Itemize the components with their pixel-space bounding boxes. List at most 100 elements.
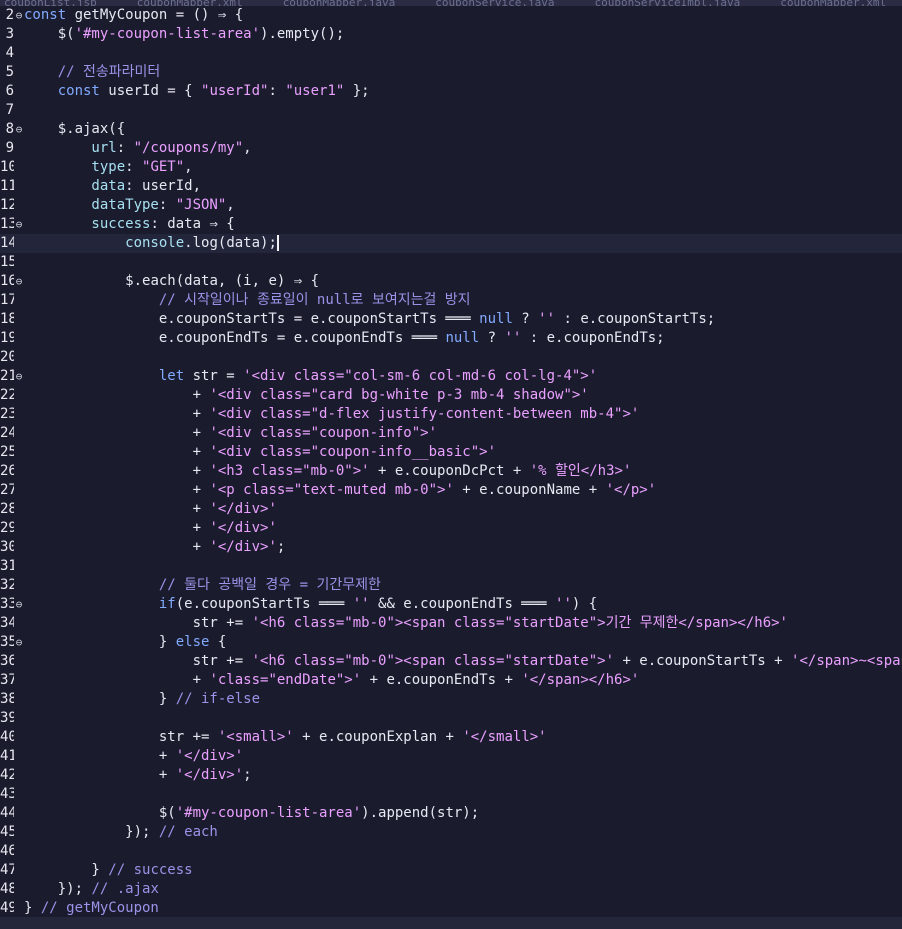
line-number: 28 (0, 501, 14, 517)
code-token: $( (24, 805, 176, 821)
code-line[interactable]: 17 // 시작일이나 종료일이 null로 보여지는걸 방지 (0, 291, 902, 310)
code-line[interactable]: 2 ⊖ const getMyCoupon = () ⇒ { (0, 6, 902, 25)
code-line[interactable]: 44 $('#my-coupon-list-area').append(str)… (0, 804, 902, 823)
code-token: , (243, 140, 252, 156)
line-source: data: userId, (24, 177, 902, 196)
code-editor[interactable]: couponList.jspcouponMapper.xmlcouponMapp… (0, 0, 902, 929)
code-line[interactable]: 30 + '</div>'; (0, 538, 902, 557)
fold-toggle-icon[interactable]: ⊖ (14, 272, 24, 291)
code-token: '<h6 class="mb-0"><span class="startDate… (251, 615, 788, 631)
code-token: '#my-coupon-list-area' (175, 805, 362, 821)
line-number: 27 (0, 482, 14, 498)
code-line[interactable]: 16 ⊖ $.each(data, (i, e) ⇒ { (0, 272, 902, 291)
code-token: str += (24, 653, 252, 669)
status-bar (0, 917, 902, 929)
line-number: 3 (5, 26, 14, 42)
code-area[interactable]: 2 ⊖ const getMyCoupon = () ⇒ {3 $('#my-cou… (0, 6, 902, 917)
line-source: + 'class="endDate">' + e.couponEndTs + '… (24, 671, 902, 690)
fold-toggle-icon[interactable]: ⊖ (14, 120, 24, 139)
code-line[interactable]: 49} // getMyCoupon (0, 899, 902, 917)
code-line[interactable]: 28 + '</div>' (0, 500, 902, 519)
code-token: $. (24, 273, 143, 289)
code-token: let (24, 368, 193, 384)
code-token: '</span>~<span' (791, 653, 902, 669)
code-line[interactable]: 34 str += '<h6 class="mb-0"><span class=… (0, 614, 902, 633)
fold-toggle-icon[interactable]: ⊖ (14, 215, 24, 234)
line-source: // 둘다 공백일 경우 = 기간무제한 (24, 576, 902, 595)
fold-toggle-icon[interactable]: ⊖ (14, 595, 24, 614)
code-line[interactable]: 47 } // success (0, 861, 902, 880)
code-line[interactable]: 5 // 전송파라미터 (0, 63, 902, 82)
code-line[interactable]: 37 + 'class="endDate">' + e.couponEndTs … (0, 671, 902, 690)
code-line[interactable]: 39 (0, 709, 902, 728)
code-line[interactable]: 12 dataType: "JSON", (0, 196, 902, 215)
line-source: str += '<h6 class="mb-0"><span class="st… (24, 652, 902, 671)
fold-toggle-icon[interactable]: ⊖ (14, 633, 24, 652)
code-line[interactable]: 6 const userId = { "userId": "user1" }; (0, 82, 902, 101)
code-token: '' (538, 311, 556, 327)
code-line[interactable]: 41 + '</div>' (0, 747, 902, 766)
line-number: 2 (5, 7, 14, 23)
code-line[interactable]: 45 }); // each (0, 823, 902, 842)
code-line[interactable]: 18 e.couponStartTs = e.couponStartTs ═══… (0, 310, 902, 329)
code-token: + (24, 501, 210, 517)
code-line[interactable]: 9 url: "/coupons/my", (0, 139, 902, 158)
line-number: 25 (0, 444, 14, 460)
line-number: 47 (0, 862, 14, 878)
code-line[interactable]: 38 } // if-else (0, 690, 902, 709)
code-token: ; (276, 539, 286, 555)
line-number: 5 (5, 64, 14, 80)
code-token: '<h6 class="mb-0"><span class="startDate… (251, 653, 615, 669)
line-number: 4 (5, 45, 14, 61)
code-line[interactable]: 7 (0, 101, 902, 120)
code-line[interactable]: 15 (0, 253, 902, 272)
code-line[interactable]: 36 str += '<h6 class="mb-0"><span class=… (0, 652, 902, 671)
code-token: + (24, 406, 210, 422)
code-line[interactable]: 4 (0, 44, 902, 63)
code-line[interactable]: 31 (0, 557, 902, 576)
code-line[interactable]: 26 + '<h3 class="mb-0">' + e.couponDcPct… (0, 462, 902, 481)
code-line[interactable]: 19 e.couponEndTs = e.couponEndTs ═══ nul… (0, 329, 902, 348)
code-line[interactable]: 42 + '</div>'; (0, 766, 902, 785)
line-number: 36 (0, 653, 14, 669)
code-token: }); (24, 824, 159, 840)
code-token: + e.couponName + (453, 482, 606, 498)
line-source: // 시작일이나 종료일이 null로 보여지는걸 방지 (24, 291, 902, 310)
code-token: '<p class="text-muted mb-0">' (209, 482, 454, 498)
code-line[interactable]: 33 ⊖ if(e.couponStartTs ═══ '' && e.coupo… (0, 595, 902, 614)
fold-toggle-icon[interactable]: ⊖ (14, 367, 24, 386)
code-line[interactable]: 14 console.log(data); (0, 234, 902, 253)
code-token: + (24, 767, 176, 783)
code-line[interactable]: 8 ⊖ $.ajax({ (0, 120, 902, 139)
code-token: ; (243, 767, 252, 783)
code-line[interactable]: 22 + '<div class="card bg-white p-3 mb-4… (0, 386, 902, 405)
code-line[interactable]: 40 str += '<small>' + e.couponExplan + '… (0, 728, 902, 747)
code-token: ajax (74, 121, 109, 137)
code-line[interactable]: 23 + '<div class="d-flex justify-content… (0, 405, 902, 424)
code-line[interactable]: 20 (0, 348, 902, 367)
code-line[interactable]: 29 + '</div>' (0, 519, 902, 538)
code-line[interactable]: 10 type: "GET", (0, 158, 902, 177)
code-line[interactable]: 24 + '<div class="coupon-info">' (0, 424, 902, 443)
line-number: 44 (0, 805, 14, 821)
code-token: + (24, 520, 210, 536)
code-line[interactable]: 3 $('#my-coupon-list-area').empty(); (0, 25, 902, 44)
line-number: 39 (0, 710, 14, 726)
code-token: e.couponStartTs = e.couponStartTs ═══ (24, 311, 480, 327)
code-line[interactable]: 25 + '<div class="coupon-info__basic">' (0, 443, 902, 462)
code-line[interactable]: 43 (0, 785, 902, 804)
code-token: : e.couponStartTs; (555, 311, 716, 327)
code-token: else (175, 634, 210, 650)
code-line[interactable]: 11 data: userId, (0, 177, 902, 196)
code-line[interactable]: 13 ⊖ success: data ⇒ { (0, 215, 902, 234)
code-line[interactable]: 46 (0, 842, 902, 861)
code-line[interactable]: 32 // 둘다 공백일 경우 = 기간무제한 (0, 576, 902, 595)
code-token: '<div class="coupon-info__basic">' (209, 444, 497, 460)
code-line[interactable]: 35 ⊖ } else { (0, 633, 902, 652)
code-line[interactable]: 21 ⊖ let str = '<div class="col-sm-6 col-… (0, 367, 902, 386)
fold-toggle-icon[interactable]: ⊖ (14, 6, 24, 25)
code-token: '<div class="card bg-white p-3 mb-4 shad… (209, 387, 589, 403)
code-line[interactable]: 27 + '<p class="text-muted mb-0">' + e.c… (0, 481, 902, 500)
code-line[interactable]: 48 }); // .ajax (0, 880, 902, 899)
code-token: empty (276, 26, 320, 42)
